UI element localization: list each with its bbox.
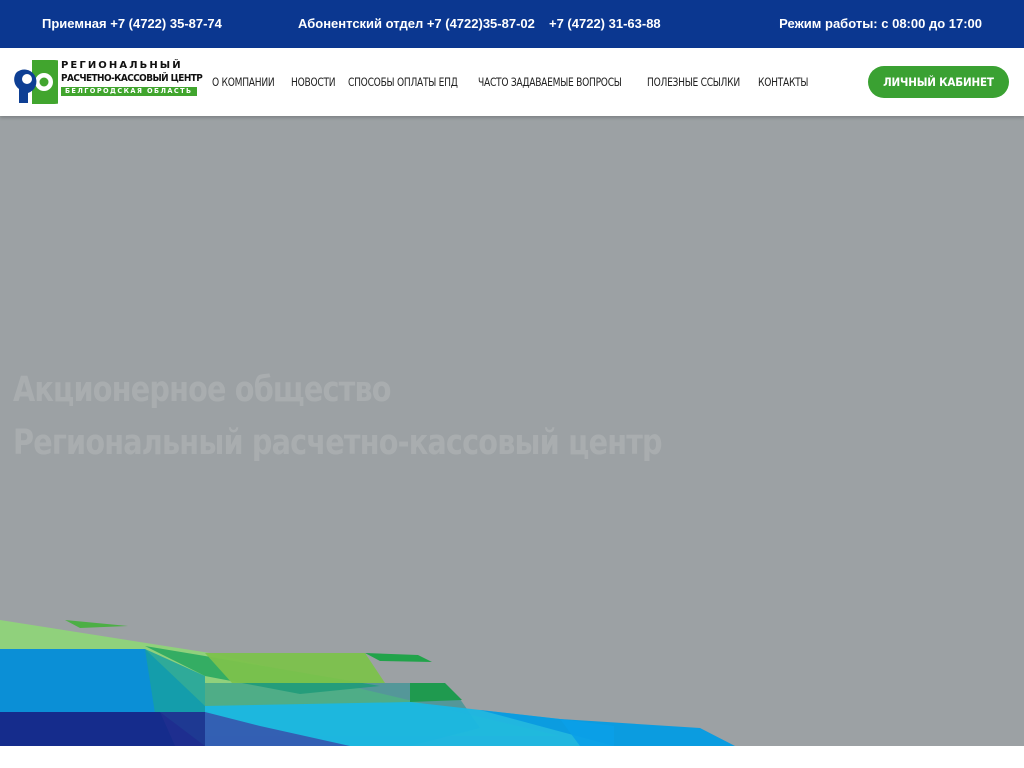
- nav-item-payment-methods[interactable]: СПОСОБЫ ОПЛАТЫ ЕПД: [348, 75, 458, 89]
- nav-item-contacts[interactable]: КОНТАКТЫ: [758, 75, 808, 89]
- page-bottom-strip: [0, 746, 1024, 768]
- logo-text: РЕГИОНАЛЬНЫЙ РАСЧЕТНО-КАССОВЫЙ ЦЕНТР БЕЛ…: [61, 60, 203, 96]
- reception-phone[interactable]: Приемная +7 (4722) 35-87-74: [42, 16, 222, 31]
- hero-title-line1: Акционерное общество: [13, 370, 392, 410]
- logo-line1: РЕГИОНАЛЬНЫЙ: [61, 60, 183, 71]
- logo-line2: РАСЧЕТНО-КАССОВЫЙ ЦЕНТР: [61, 73, 203, 84]
- nav-item-faq[interactable]: ЧАСТО ЗАДАВАЕМЫЕ ВОПРОСЫ: [478, 75, 622, 89]
- rrc-logo-icon: [14, 60, 58, 104]
- personal-cabinet-button[interactable]: ЛИЧНЫЙ КАБИНЕТ: [868, 66, 1009, 98]
- site-header: РЕГИОНАЛЬНЫЙ РАСЧЕТНО-КАССОВЫЙ ЦЕНТР БЕЛ…: [0, 48, 1024, 116]
- hero-title: Акционерное общество Региональный расчет…: [13, 364, 663, 470]
- hero-title-line2: Региональный расчетно-кассовый центр: [13, 423, 663, 463]
- additional-phone[interactable]: +7 (4722) 31-63-88: [549, 16, 661, 31]
- nav-item-useful-links[interactable]: ПОЛЕЗНЫЕ ССЫЛКИ: [647, 75, 740, 89]
- nav-item-news[interactable]: НОВОСТИ: [291, 75, 336, 89]
- site-logo[interactable]: РЕГИОНАЛЬНЫЙ РАСЧЕТНО-КАССОВЫЙ ЦЕНТР БЕЛ…: [14, 59, 203, 105]
- personal-cabinet-label: ЛИЧНЫЙ КАБИНЕТ: [883, 75, 994, 89]
- hero-banner: Акционерное общество Региональный расчет…: [0, 116, 1024, 746]
- logo-region: БЕЛГОРОДСКАЯ ОБЛАСТЬ: [61, 87, 197, 96]
- top-contact-bar: Приемная +7 (4722) 35-87-74 Абонентский …: [0, 0, 1024, 48]
- subscriber-department-phone[interactable]: Абонентский отдел +7 (4722)35-87-02: [298, 16, 535, 31]
- nav-item-about[interactable]: О КОМПАНИИ: [212, 75, 275, 89]
- working-hours: Режим работы: с 08:00 до 17:00: [779, 16, 982, 31]
